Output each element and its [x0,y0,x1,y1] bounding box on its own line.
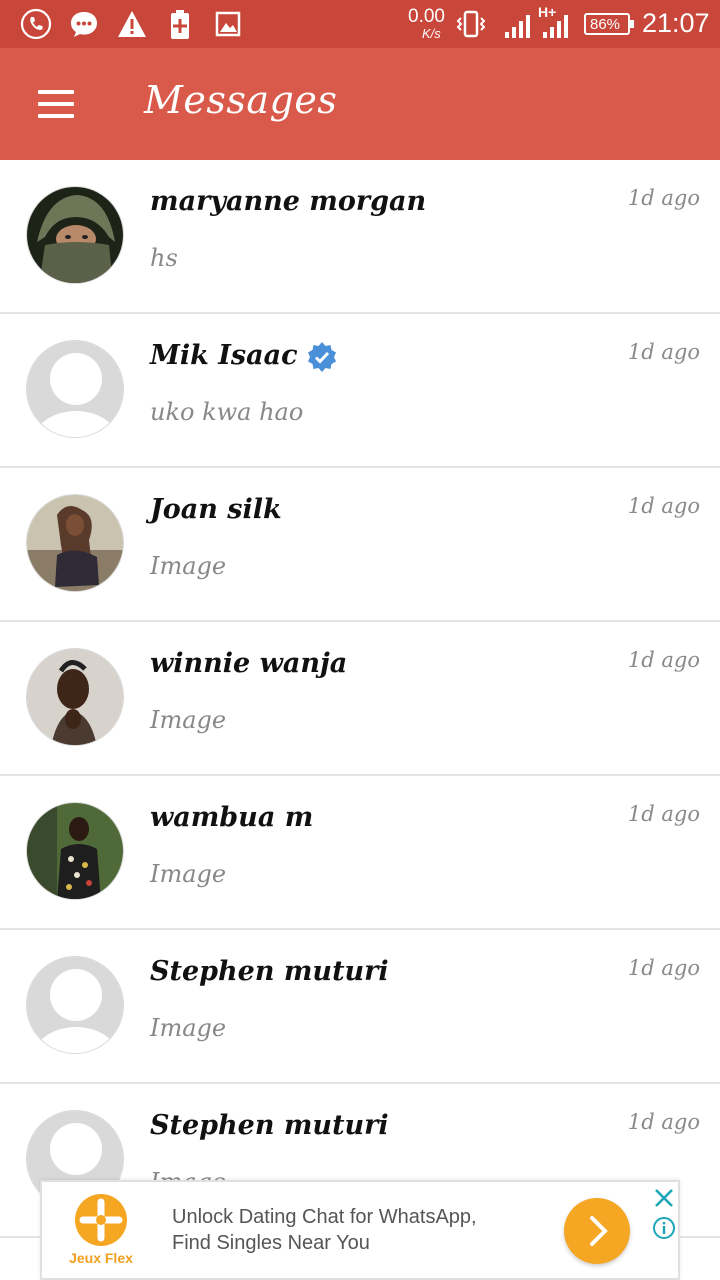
message-time: 1d ago [627,802,700,826]
battery-level: 86% [590,16,621,33]
contact-name: Mik Isaac [150,340,338,373]
vibrate-icon [456,10,486,38]
chevron-right-icon[interactable] [564,1198,630,1264]
conversation-row[interactable]: winnie wanja Image 1d ago [0,622,720,776]
message-time: 1d ago [627,648,700,672]
message-preview: uko kwa hao [150,398,304,426]
battery-indicator: 86% [584,13,634,35]
conversation-row[interactable]: Joan silk Image 1d ago [0,468,720,622]
close-icon[interactable] [652,1186,676,1210]
contact-name: wambua m [150,802,314,833]
app-bar: Messages [0,48,720,160]
contact-name-text: Mik Isaac [150,340,298,371]
contact-name: Joan silk [150,494,282,525]
phone-call-icon [20,8,52,40]
ad-banner[interactable]: Jeux Flex Unlock Dating Chat for WhatsAp… [40,1180,680,1280]
contact-name: Stephen muturi [150,956,389,987]
info-icon[interactable] [652,1216,676,1240]
net-speed-unit: K/s [422,26,441,41]
message-time: 1d ago [627,340,700,364]
gallery-icon [215,11,241,37]
verified-badge-icon [307,341,336,372]
net-speed-value: 0.00 [408,6,445,27]
conversation-list: maryanne morgan hs 1d ago Mik Isaac uko … [0,160,720,1238]
conversation-row[interactable]: maryanne morgan hs 1d ago [0,160,720,314]
clock: 21:07 [642,8,710,38]
page-title: Messages [144,78,338,122]
avatar-placeholder-icon [26,956,124,1054]
ad-text: Unlock Dating Chat for WhatsApp, Find Si… [172,1206,477,1254]
signal-icon [505,15,530,38]
ad-logo: Jeux Flex [64,1194,138,1270]
conversation-row[interactable]: Stephen muturi Image 1d ago [0,930,720,1084]
avatar-placeholder-icon [26,340,124,438]
avatar [26,802,124,900]
avatar [26,648,124,746]
hamburger-menu-icon[interactable] [36,88,76,120]
ad-brand: Jeux Flex [69,1250,133,1266]
message-preview: Image [150,1014,227,1042]
message-preview: hs [150,244,178,272]
chat-bubble-icon [71,12,97,37]
message-time: 1d ago [627,494,700,518]
avatar [26,494,124,592]
gamepad-icon [75,1194,127,1246]
message-time: 1d ago [627,956,700,980]
warning-icon [118,11,146,37]
signal-icon-2 [543,15,568,38]
message-time: 1d ago [627,1110,700,1134]
message-preview: Image [150,860,227,888]
contact-name: Stephen muturi [150,1110,389,1141]
message-time: 1d ago [627,186,700,210]
avatar [26,186,124,284]
conversation-row[interactable]: Mik Isaac uko kwa hao 1d ago [0,314,720,468]
message-preview: Image [150,706,227,734]
battery-saver-icon [171,10,189,39]
contact-name: maryanne morgan [150,186,427,217]
message-preview: Image [150,552,227,580]
status-bar: 0.00 K/s H+ 86% 21:07 [0,0,720,48]
contact-name: winnie wanja [150,648,348,679]
conversation-row[interactable]: wambua m Image 1d ago [0,776,720,930]
